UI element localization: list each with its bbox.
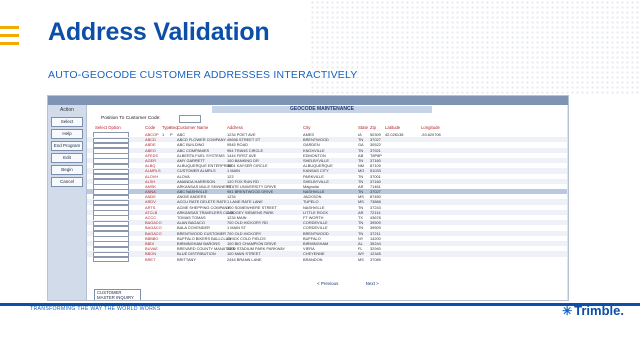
table-cell: MS [358, 256, 364, 262]
previous-link[interactable]: < Previous [317, 281, 338, 286]
column-header[interactable]: Address [227, 125, 243, 130]
page-title: Address Validation [48, 18, 270, 46]
app-topbar [48, 96, 568, 105]
table-body: ABCOP P 1 ABC 1234 POET AVE AMES IA 50309 42.026… [87, 132, 567, 263]
pager: < Previous Next > [317, 281, 405, 286]
window-header: GEOCODE MAINTENANCE [212, 106, 432, 113]
table-cell: BRITTANY [177, 256, 196, 262]
table-cell: 2444 BRANN LANE [227, 256, 262, 262]
help-button[interactable]: Help [51, 129, 83, 139]
context-menu: CUSTOMER MASTER INQUIRYMAINTAIN NAMEREMO… [94, 289, 141, 301]
select-option-dropdown[interactable] [93, 256, 129, 263]
table-cell: 37089 [370, 256, 381, 262]
begin-button[interactable]: Begin [51, 165, 83, 175]
position-label: Position To Customer Code: [101, 116, 161, 121]
action-header: Action [60, 107, 74, 113]
table-header: Select Option Code Type Seq Customer Name Add… [87, 125, 567, 131]
column-header[interactable]: State [358, 125, 368, 130]
select-button[interactable]: Select [51, 117, 83, 127]
position-input[interactable] [179, 115, 201, 123]
column-header[interactable]: Latitude [385, 125, 400, 130]
action-sidebar: Action Select Help End Program Edit Begi… [48, 105, 87, 300]
column-header[interactable]: Code [145, 125, 155, 130]
cancel-button[interactable]: Cancel [51, 177, 83, 187]
column-header[interactable]: Zip [370, 125, 376, 130]
tagline: TRANSFORMING THE WAY THE WORLD WORKS [30, 306, 161, 312]
page-subtitle: AUTO-GEOCODE CUSTOMER ADDRESSES INTERACT… [48, 69, 358, 81]
end-program-button[interactable]: End Program [51, 141, 83, 151]
next-link[interactable]: Next > [366, 281, 379, 286]
context-menu-item[interactable]: MAINTAIN NAME [95, 300, 140, 301]
column-header[interactable]: Longitude [421, 125, 440, 130]
column-header[interactable]: Select Option [95, 125, 121, 130]
context-menu-item[interactable]: CUSTOMER MASTER INQUIRY [95, 290, 140, 300]
edit-button[interactable]: Edit [51, 153, 83, 163]
column-header[interactable]: Customer Name [177, 125, 208, 130]
table-row[interactable]: BRET BRITTANY 2444 BRANN LANE BRANDON MS 3708… [87, 256, 567, 263]
menu-icon [0, 26, 19, 50]
column-header[interactable]: City [303, 125, 310, 130]
app-screenshot: Action Select Help End Program Edit Begi… [47, 95, 569, 301]
dotted-background [310, 0, 640, 95]
footer: TRANSFORMING THE WAY THE WORLD WORKS ✳ Tr… [0, 303, 640, 360]
trimble-mark-icon: ✳ [562, 304, 573, 318]
table-cell: BRANDON [303, 256, 323, 262]
table-cell: BRET [145, 256, 156, 262]
geocode-panel: GEOCODE MAINTENANCE Position To Customer… [87, 105, 567, 300]
trimble-logo: ✳ Trimble. [562, 303, 624, 318]
